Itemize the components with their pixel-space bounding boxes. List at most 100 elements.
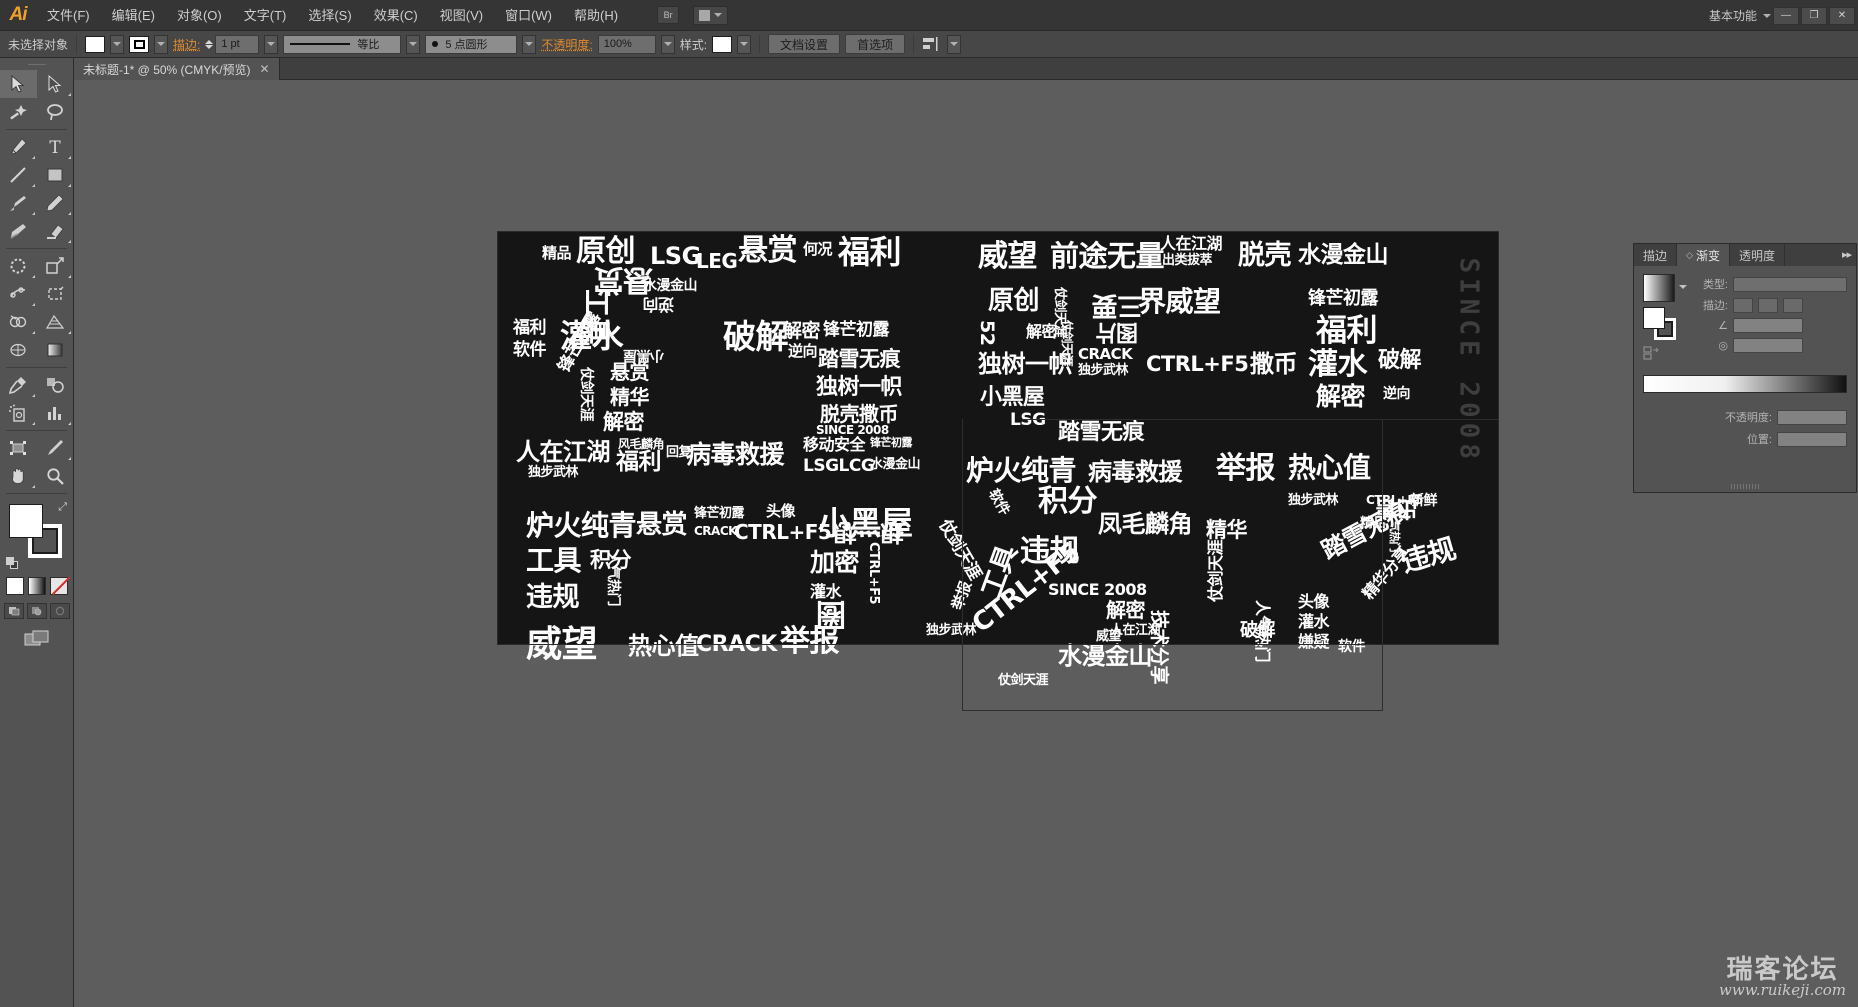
- graphic-style-swatch[interactable]: [712, 35, 733, 53]
- color-fill-button[interactable]: [5, 577, 24, 595]
- perspective-grid-tool[interactable]: [37, 308, 74, 336]
- zoom-tool[interactable]: [37, 462, 74, 490]
- magic-wand-tool[interactable]: [0, 98, 37, 126]
- bridge-button[interactable]: Br: [657, 6, 680, 24]
- panel-tab-gradient[interactable]: ◇ 渐变: [1677, 244, 1730, 266]
- fill-color-dropdown[interactable]: [110, 34, 125, 54]
- opacity-label[interactable]: 不透明度:: [541, 36, 592, 53]
- selection-tool[interactable]: [0, 70, 37, 98]
- free-transform-tool[interactable]: [37, 280, 74, 308]
- stroke-color-swatch[interactable]: [129, 35, 150, 53]
- draw-normal-button[interactable]: [3, 603, 24, 619]
- stroke-weight-input[interactable]: 1 pt: [215, 34, 260, 54]
- menu-effect[interactable]: 效果(C): [363, 0, 429, 31]
- change-screen-mode-button[interactable]: [24, 629, 50, 654]
- fill-swatch[interactable]: [9, 504, 43, 538]
- blob-brush-tool[interactable]: [0, 217, 37, 245]
- gradient-angle-input[interactable]: [1733, 318, 1803, 333]
- stroke-weight-stepper[interactable]: [205, 39, 214, 49]
- artboard-tool[interactable]: [0, 434, 37, 462]
- pen-tool[interactable]: [0, 133, 37, 161]
- scale-tool[interactable]: [37, 252, 74, 280]
- workspace-switcher[interactable]: 基本功能: [1703, 7, 1763, 24]
- close-button[interactable]: ✕: [1829, 6, 1855, 25]
- stroke-weight-label[interactable]: 描边:: [173, 36, 200, 53]
- menu-help[interactable]: 帮助(H): [563, 0, 629, 31]
- artwork-word: 锋芒初露: [694, 506, 745, 521]
- mesh-tool[interactable]: [0, 336, 37, 364]
- shape-builder-tool[interactable]: [0, 308, 37, 336]
- align-dropdown[interactable]: [947, 34, 962, 54]
- gradient-stroke-across-button[interactable]: [1783, 297, 1803, 313]
- document-tab[interactable]: 未标题-1* @ 50% (CMYK/预览) ✕: [74, 58, 280, 80]
- brush-definition-dropdown[interactable]: [522, 34, 537, 54]
- gradient-tool[interactable]: [37, 336, 74, 364]
- none-fill-button[interactable]: [49, 577, 68, 595]
- fill-color-swatch[interactable]: [85, 35, 106, 53]
- blend-tool[interactable]: [37, 371, 74, 399]
- reverse-gradient-icon[interactable]: [1643, 346, 1687, 365]
- swap-fill-stroke-icon[interactable]: ⤢: [58, 501, 67, 514]
- line-segment-tool[interactable]: [0, 161, 37, 189]
- brush-definition-select[interactable]: 5 点圆形: [425, 34, 518, 54]
- stroke-weight-dropdown[interactable]: [264, 34, 279, 54]
- gradient-preview-swatch[interactable]: [1643, 274, 1675, 302]
- arrange-documents-button[interactable]: [693, 5, 729, 25]
- tools-panel-grip[interactable]: [0, 58, 73, 70]
- eyedropper-tool[interactable]: [0, 371, 37, 399]
- align-options-icon[interactable]: [922, 36, 942, 52]
- gradient-slider[interactable]: [1643, 375, 1847, 393]
- chevron-down-icon[interactable]: [1763, 13, 1771, 18]
- document-setup-button[interactable]: 文档设置: [768, 34, 841, 54]
- menu-edit[interactable]: 编辑(E): [101, 0, 166, 31]
- menu-type[interactable]: 文字(T): [233, 0, 298, 31]
- symbol-sprayer-tool[interactable]: [0, 399, 37, 427]
- stroke-color-dropdown[interactable]: [154, 34, 169, 54]
- stroke-profile-select[interactable]: 等比: [283, 34, 402, 54]
- menu-object[interactable]: 对象(O): [166, 0, 233, 31]
- gradient-panel[interactable]: 描边 ◇ 渐变 透明度 ▸▸ 类型: 描边: ∠ ◎ 不透明度: 位置:: [1633, 243, 1857, 493]
- graphic-style-dropdown[interactable]: [737, 34, 752, 54]
- pencil-tool[interactable]: [37, 189, 74, 217]
- direct-selection-tool[interactable]: [37, 70, 74, 98]
- gradient-fill-swatch[interactable]: [1643, 307, 1665, 329]
- menu-file[interactable]: 文件(F): [36, 0, 101, 31]
- gradient-type-select[interactable]: [1733, 276, 1847, 292]
- gradient-stroke-along-button[interactable]: [1758, 297, 1778, 313]
- menu-window[interactable]: 窗口(W): [494, 0, 563, 31]
- gradient-fill-button[interactable]: [27, 577, 46, 595]
- column-graph-tool[interactable]: [37, 399, 74, 427]
- gradient-location-input[interactable]: [1777, 431, 1847, 447]
- panel-menu-icon[interactable]: ▸▸: [1842, 248, 1852, 261]
- rotate-tool[interactable]: [0, 252, 37, 280]
- close-icon[interactable]: ✕: [260, 62, 270, 76]
- width-tool[interactable]: [0, 280, 37, 308]
- opacity-dropdown[interactable]: [660, 34, 675, 54]
- canvas-area[interactable]: 精品 原创 LSG LEG 悬赏 何况 福利 水漫金山 工具 悬赏 逆向 福利 软件 灌水 破解 解密 逆向 锋芒…: [74, 80, 1858, 1007]
- gradient-stroke-within-button[interactable]: [1733, 297, 1753, 313]
- gradient-aspect-input[interactable]: [1733, 338, 1803, 353]
- default-fill-stroke-icon[interactable]: [6, 557, 19, 570]
- panel-resize-grip[interactable]: [1634, 483, 1856, 490]
- lasso-tool[interactable]: [37, 98, 74, 126]
- opacity-input[interactable]: 100%: [597, 34, 656, 54]
- chevron-down-icon[interactable]: [1679, 285, 1687, 289]
- maximize-button[interactable]: ❐: [1801, 6, 1827, 25]
- slice-tool[interactable]: [37, 434, 74, 462]
- draw-inside-button[interactable]: [49, 603, 70, 619]
- rectangle-tool[interactable]: [37, 161, 74, 189]
- hand-tool[interactable]: [0, 462, 37, 490]
- preferences-button[interactable]: 首选项: [845, 34, 906, 54]
- panel-tab-stroke[interactable]: 描边: [1634, 244, 1678, 266]
- menu-view[interactable]: 视图(V): [429, 0, 494, 31]
- panel-tab-transparency[interactable]: 透明度: [1730, 244, 1785, 266]
- menu-select[interactable]: 选择(S): [297, 0, 362, 31]
- eraser-tool[interactable]: [37, 217, 74, 245]
- gradient-opacity-input[interactable]: [1777, 409, 1847, 425]
- draw-behind-button[interactable]: [26, 603, 47, 619]
- type-tool[interactable]: T: [37, 133, 74, 161]
- stroke-profile-dropdown[interactable]: [406, 34, 421, 54]
- paintbrush-tool[interactable]: [0, 189, 37, 217]
- minimize-button[interactable]: —: [1773, 6, 1799, 25]
- artboard[interactable]: 精品 原创 LSG LEG 悬赏 何况 福利 水漫金山 工具 悬赏 逆向 福利 软件 灌水 破解 解密 逆向 锋芒…: [498, 232, 1498, 687]
